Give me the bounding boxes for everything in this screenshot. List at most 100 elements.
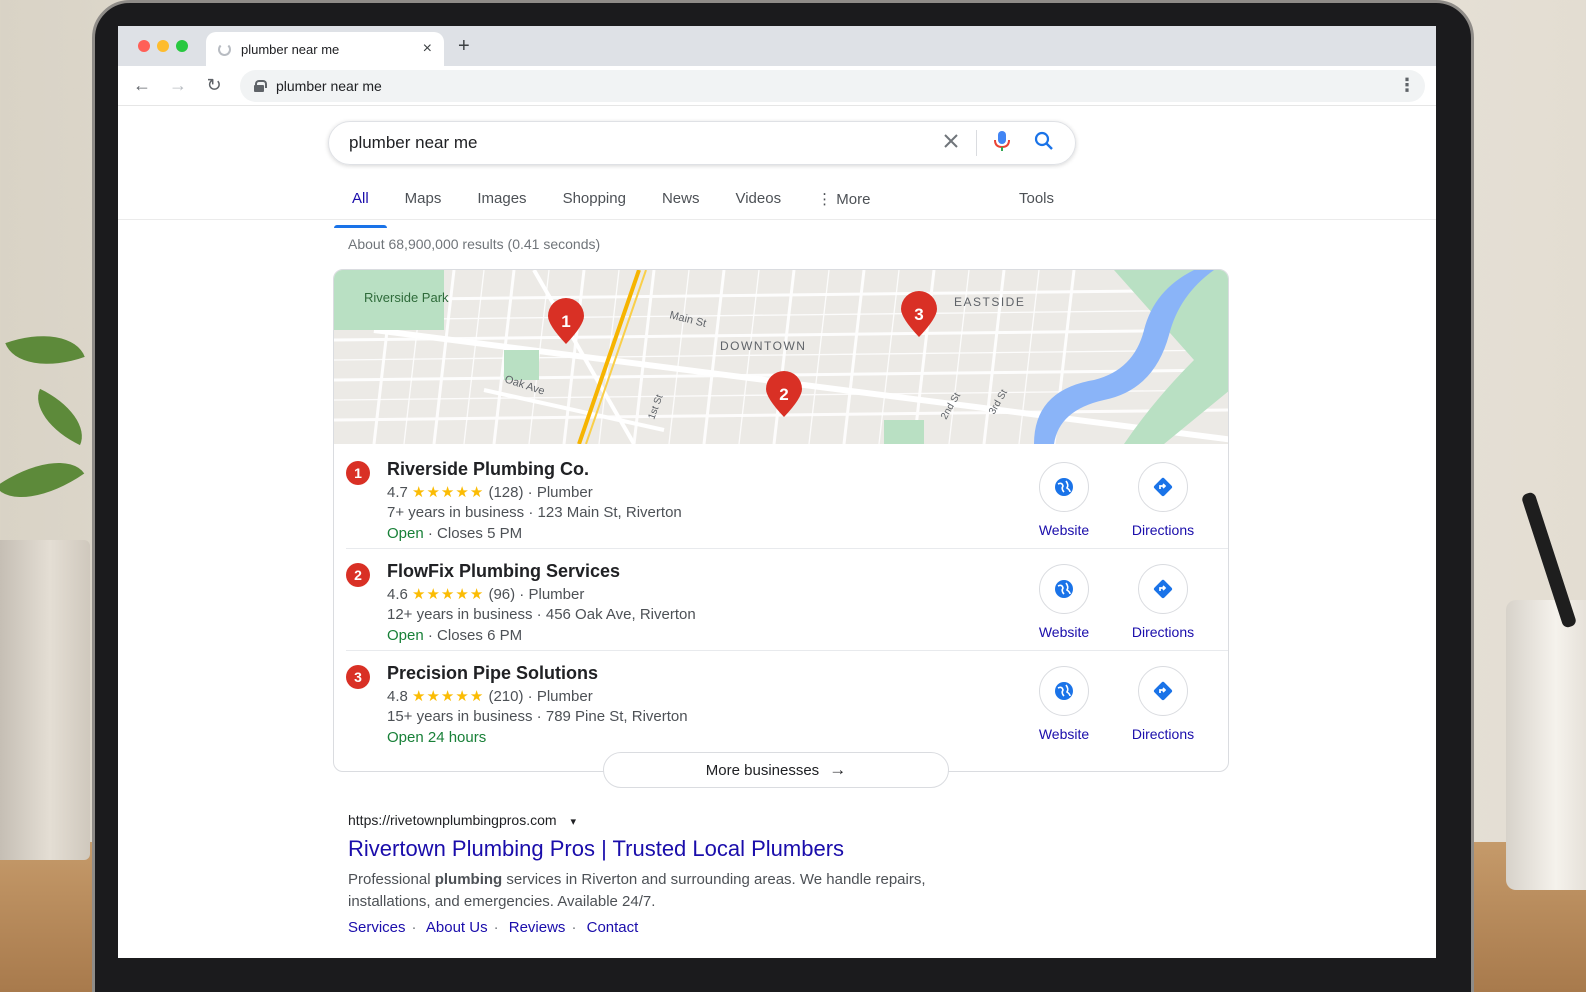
tab-videos[interactable]: Videos bbox=[717, 190, 799, 220]
business-category: Plumber bbox=[528, 586, 585, 603]
search-query: plumber near me bbox=[349, 133, 478, 152]
globe-icon bbox=[1039, 564, 1089, 614]
globe-icon bbox=[1039, 666, 1089, 716]
business-listing[interactable]: 3 Precision Pipe Solutions 4.8 ★★★★★ (21… bbox=[334, 650, 1228, 750]
business-rating-line: 4.6 ★★★★★ (96) · Plumber bbox=[387, 586, 585, 603]
review-count[interactable]: (210) bbox=[488, 688, 523, 705]
open-status: Open bbox=[387, 525, 424, 542]
map-pin-label: 2 bbox=[779, 385, 788, 404]
search-tabs: All Maps Images Shopping News Videos ⋮ M… bbox=[334, 190, 888, 228]
open-status: Open 24 hours bbox=[387, 729, 487, 746]
map-label-park: Riverside Park bbox=[364, 290, 449, 305]
snippet-bold: plumbing bbox=[434, 871, 503, 888]
pen-cup bbox=[1506, 600, 1586, 890]
business-hours: Closes 5 PM bbox=[437, 525, 523, 542]
result-title-link[interactable]: Rivertown Plumbing Pros | Trusted Local … bbox=[348, 836, 844, 862]
tabs-divider bbox=[118, 219, 1436, 220]
sitelinks: Services · About Us · Reviews · Contact bbox=[348, 919, 639, 936]
loading-spinner-icon bbox=[218, 42, 231, 56]
sitelink-services[interactable]: Services bbox=[348, 919, 406, 936]
directions-icon bbox=[1138, 462, 1188, 512]
business-address: 456 Oak Ave, Riverton bbox=[545, 606, 696, 623]
sitelink-reviews[interactable]: Reviews bbox=[509, 919, 566, 936]
business-name[interactable]: Riverside Plumbing Co. bbox=[387, 459, 589, 480]
tab-maps[interactable]: Maps bbox=[387, 190, 460, 220]
local-map[interactable]: Riverside Park DOWNTOWN EASTSIDE Main St… bbox=[334, 270, 1229, 444]
star-rating-icon: ★★★★★ bbox=[412, 484, 485, 501]
directions-icon bbox=[1138, 666, 1188, 716]
map-pin-label: 1 bbox=[561, 312, 570, 331]
website-label: Website bbox=[1038, 624, 1090, 640]
browser-menu-icon[interactable]: ⋮ bbox=[1398, 75, 1416, 96]
website-button[interactable]: Website bbox=[1014, 564, 1114, 640]
business-hours-line: Open · Closes 6 PM bbox=[387, 627, 523, 644]
business-address: 789 Pine St, Riverton bbox=[545, 708, 688, 725]
directions-label: Directions bbox=[1131, 522, 1195, 538]
tab-news[interactable]: News bbox=[644, 190, 718, 220]
sitelink-contact[interactable]: Contact bbox=[587, 919, 639, 936]
search-divider bbox=[976, 130, 977, 156]
business-listing[interactable]: 1 Riverside Plumbing Co. 4.7 ★★★★★ (128)… bbox=[334, 446, 1228, 546]
review-count[interactable]: (128) bbox=[488, 484, 523, 501]
business-number-badge: 3 bbox=[346, 665, 370, 689]
rating-value: 4.6 bbox=[387, 586, 408, 603]
browser-toolbar: ← → ↻ plumber near me ⋮ bbox=[118, 66, 1436, 106]
website-label: Website bbox=[1038, 726, 1090, 742]
directions-button[interactable]: Directions bbox=[1113, 462, 1213, 538]
microphone-icon[interactable] bbox=[981, 130, 1023, 157]
more-businesses-button[interactable]: More businesses → bbox=[603, 752, 949, 788]
website-label: Website bbox=[1038, 522, 1090, 538]
business-address: 123 Main St, Riverton bbox=[537, 504, 682, 521]
tab-more[interactable]: ⋮ More bbox=[799, 190, 888, 220]
result-url[interactable]: https://rivetownplumbingpros.com ▾ bbox=[348, 812, 576, 828]
business-listing[interactable]: 2 FlowFix Plumbing Services 4.6 ★★★★★ (9… bbox=[334, 548, 1228, 648]
forward-arrow-icon[interactable]: → bbox=[162, 75, 194, 96]
business-number-badge: 2 bbox=[346, 563, 370, 587]
result-url-text: https://rivetownplumbingpros.com bbox=[348, 812, 557, 828]
maximize-window-button[interactable] bbox=[176, 40, 188, 52]
directions-button[interactable]: Directions bbox=[1113, 564, 1213, 640]
close-window-button[interactable] bbox=[138, 40, 150, 52]
sitelink-about-us[interactable]: About Us bbox=[426, 919, 488, 936]
business-years: 15+ years in business bbox=[387, 708, 533, 725]
website-button[interactable]: Website bbox=[1014, 462, 1114, 538]
search-input[interactable]: plumber near me bbox=[328, 121, 1076, 165]
business-years: 12+ years in business bbox=[387, 606, 533, 623]
clear-search-icon[interactable] bbox=[930, 133, 972, 154]
reload-icon[interactable]: ↻ bbox=[198, 75, 230, 96]
tab-all[interactable]: All bbox=[334, 190, 387, 228]
directions-label: Directions bbox=[1131, 726, 1195, 742]
star-rating-icon: ★★★★★ bbox=[412, 586, 485, 603]
result-stats: About 68,900,000 results (0.41 seconds) bbox=[348, 236, 601, 252]
directions-button[interactable]: Directions bbox=[1113, 666, 1213, 742]
directions-label: Directions bbox=[1131, 624, 1195, 640]
business-hours-line: Open · Closes 5 PM bbox=[387, 525, 523, 542]
business-name[interactable]: FlowFix Plumbing Services bbox=[387, 561, 620, 582]
business-number-badge: 1 bbox=[346, 461, 370, 485]
new-tab-button[interactable]: + bbox=[458, 35, 470, 58]
tab-close-icon[interactable]: × bbox=[423, 40, 432, 58]
search-icon[interactable] bbox=[1023, 131, 1065, 156]
tab-bar: plumber near me × + bbox=[118, 26, 1436, 66]
back-arrow-icon[interactable]: ← bbox=[126, 75, 158, 96]
arrow-right-icon: → bbox=[829, 760, 847, 779]
address-bar[interactable]: plumber near me bbox=[240, 70, 1425, 102]
map-pin-label: 3 bbox=[914, 305, 923, 324]
business-name[interactable]: Precision Pipe Solutions bbox=[387, 663, 598, 684]
tools-button[interactable]: Tools bbox=[1019, 190, 1054, 207]
plant-leaf bbox=[25, 388, 95, 446]
browser-tab[interactable]: plumber near me × bbox=[206, 32, 444, 66]
plant-leaf bbox=[0, 440, 85, 520]
tab-images[interactable]: Images bbox=[459, 190, 544, 220]
snippet-text: Professional bbox=[348, 871, 435, 888]
website-button[interactable]: Website bbox=[1014, 666, 1114, 742]
plant-pot bbox=[0, 540, 90, 860]
chevron-down-icon[interactable]: ▾ bbox=[570, 816, 576, 828]
tab-shopping[interactable]: Shopping bbox=[545, 190, 644, 220]
plant-leaf bbox=[5, 319, 85, 381]
review-count[interactable]: (96) bbox=[488, 586, 515, 603]
business-rating-line: 4.8 ★★★★★ (210) · Plumber bbox=[387, 688, 593, 705]
minimize-window-button[interactable] bbox=[157, 40, 169, 52]
address-text: plumber near me bbox=[276, 78, 382, 94]
tab-title: plumber near me bbox=[241, 41, 340, 57]
